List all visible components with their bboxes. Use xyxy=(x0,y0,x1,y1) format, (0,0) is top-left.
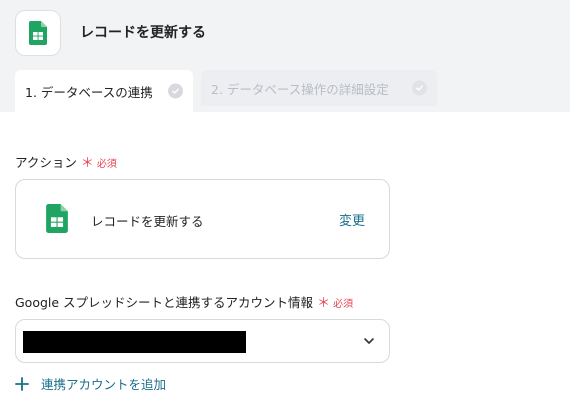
google-sheets-icon xyxy=(29,21,47,45)
action-name: レコードを更新する xyxy=(91,214,204,229)
tab-database-link[interactable]: 1. データベースの連携 xyxy=(15,70,193,112)
page-title: レコードを更新する xyxy=(80,25,206,41)
app-icon-container xyxy=(15,10,61,56)
account-field-label: Google スプレッドシートと連携するアカウント情報＊必須 xyxy=(15,292,353,311)
redacted-account-value xyxy=(23,331,246,353)
tab-database-operation-settings[interactable]: 2. データベース操作の詳細設定 xyxy=(201,70,437,106)
page-header: レコードを更新する 1. データベースの連携 2. データベース操作の詳細設定 xyxy=(0,0,570,112)
account-select[interactable] xyxy=(15,319,390,363)
add-link-label: 連携アカウントを追加 xyxy=(41,377,167,392)
chevron-down-icon xyxy=(364,338,374,344)
google-sheets-icon xyxy=(46,204,68,233)
plus-icon xyxy=(15,376,29,391)
required-asterisk: ＊ xyxy=(317,296,331,311)
tab-label: 1. データベースの連携 xyxy=(25,84,153,100)
account-label-text: Google スプレッドシートと連携するアカウント情報 xyxy=(15,295,314,310)
action-label-text: アクション xyxy=(15,155,77,170)
add-linked-account-link[interactable]: 連携アカウントを追加 xyxy=(15,374,166,393)
check-circle-icon xyxy=(168,83,183,99)
change-button[interactable]: 変更 xyxy=(339,210,365,229)
action-card: レコードを更新する 変更 xyxy=(15,179,390,259)
tab-label: 2. データベース操作の詳細設定 xyxy=(211,81,389,97)
required-badge: 必須 xyxy=(96,159,117,170)
action-field-label: アクション＊必須 xyxy=(15,152,117,171)
required-badge: 必須 xyxy=(333,299,354,310)
required-asterisk: ＊ xyxy=(80,156,94,171)
check-circle-icon xyxy=(412,80,427,96)
